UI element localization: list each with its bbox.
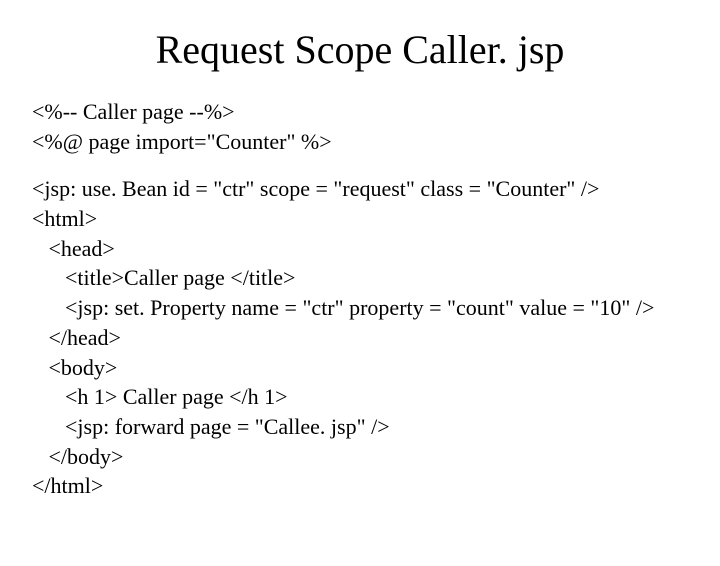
- code-line: <%-- Caller page --%>: [32, 99, 235, 124]
- code-line: </html>: [32, 473, 103, 498]
- slide-title: Request Scope Caller. jsp: [0, 26, 720, 73]
- code-line: </head>: [32, 325, 121, 350]
- code-line: <head>: [32, 236, 115, 261]
- code-block: <%-- Caller page --%> <%@ page import="C…: [32, 97, 710, 501]
- code-line: <h 1> Caller page </h 1>: [32, 384, 288, 409]
- code-line: <html>: [32, 206, 97, 231]
- code-line: </body>: [32, 444, 123, 469]
- code-line: <jsp: forward page = "Callee. jsp" />: [32, 414, 390, 439]
- code-line: <%@ page import="Counter" %>: [32, 129, 332, 154]
- code-line: <title>Caller page </title>: [32, 265, 295, 290]
- slide: Request Scope Caller. jsp <%-- Caller pa…: [0, 26, 720, 566]
- blank-line: [32, 156, 710, 174]
- code-line: <jsp: set. Property name = "ctr" propert…: [32, 295, 654, 320]
- code-line: <body>: [32, 355, 117, 380]
- code-line: <jsp: use. Bean id = "ctr" scope = "requ…: [32, 176, 599, 201]
